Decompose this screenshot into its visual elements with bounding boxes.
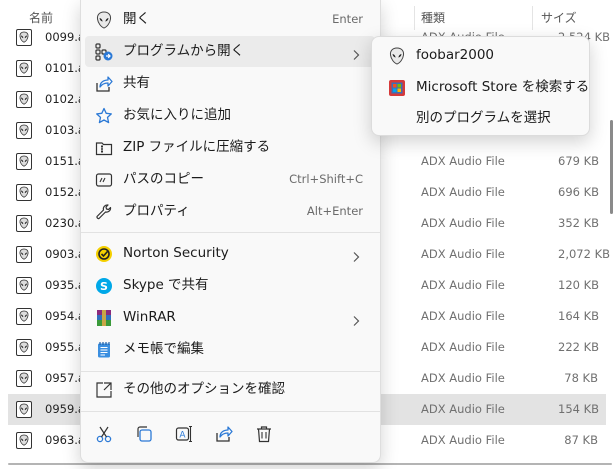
menu-item-skype[interactable]: S Skype で共有	[85, 270, 375, 301]
alien-file-icon	[16, 153, 32, 170]
alien-file-icon	[16, 432, 32, 449]
alien-file-icon	[16, 91, 32, 108]
chevron-right-icon	[351, 248, 361, 262]
menu-item-label: WinRAR	[123, 309, 176, 325]
file-size: 222 KB	[558, 340, 600, 354]
menu-separator	[81, 232, 380, 233]
star-icon	[95, 107, 113, 125]
svg-text:S: S	[100, 280, 108, 293]
submenu-item-label: Microsoft Store を検索する	[416, 79, 590, 95]
menu-item-label: プロパティ	[123, 203, 190, 219]
menu-item-copy-path[interactable]: パスのコピー Ctrl+Shift+C	[85, 164, 375, 195]
wrench-icon	[95, 203, 113, 221]
submenu-item-label: foobar2000	[416, 47, 495, 63]
menu-item-label: お気に入りに追加	[123, 107, 231, 123]
menu-item-winrar[interactable]: WinRAR	[85, 302, 375, 333]
horizontal-scrollbar[interactable]	[8, 463, 612, 465]
menu-item-label: パスのコピー	[123, 171, 204, 187]
menu-item-wrench[interactable]: プロパティ Alt+Enter	[85, 196, 375, 227]
alien-file-icon	[16, 308, 32, 325]
menu-item-alien-app[interactable]: 開く Enter	[85, 4, 375, 35]
menu-item-notepad[interactable]: メモ帳で編集	[85, 334, 375, 365]
file-type: ADX Audio File	[421, 247, 505, 261]
menu-item-label: 共有	[123, 75, 150, 91]
file-size: 679 KB	[558, 154, 600, 168]
vertical-scrollbar[interactable]	[610, 120, 613, 214]
menu-item-share[interactable]: 共有	[85, 68, 375, 99]
menu-item-label: Skype で共有	[123, 277, 209, 293]
menu-item-open-with[interactable]: プログラムから開く	[85, 36, 375, 67]
submenu-item[interactable]: foobar2000	[376, 40, 585, 71]
cut-button[interactable]	[89, 420, 119, 448]
notepad-icon	[95, 341, 113, 359]
svg-text:A: A	[179, 431, 186, 441]
share-icon	[95, 75, 113, 93]
alien-file-icon	[16, 339, 32, 356]
microsoft-store-icon	[388, 79, 406, 97]
chevron-right-icon	[351, 312, 361, 326]
file-size: 154 KB	[558, 402, 600, 416]
menu-item-shortcut: Enter	[332, 12, 363, 26]
file-size: 696 KB	[558, 185, 600, 199]
norton-icon	[95, 245, 113, 263]
file-size: 2,072 KB	[558, 247, 611, 261]
menu-item-label: メモ帳で編集	[123, 341, 204, 357]
alien-file-icon	[16, 401, 32, 418]
file-size: 164 KB	[558, 309, 600, 323]
submenu-item[interactable]: Microsoft Store を検索する	[376, 72, 589, 103]
chevron-right-icon	[351, 46, 361, 60]
menu-item-star[interactable]: お気に入りに追加	[85, 100, 375, 131]
file-type: ADX Audio File	[421, 402, 505, 416]
context-menu: 開く Enter プログラムから開く 共有 お気に入りに追加 ZIP ファイルに圧縮するパ…	[80, 0, 381, 463]
file-type: ADX Audio File	[421, 216, 505, 230]
foobar2000-icon	[388, 47, 406, 65]
menu-item-label: 開く	[123, 11, 150, 27]
copy-path-icon	[95, 171, 113, 189]
menu-item-shortcut: Alt+Enter	[306, 204, 363, 218]
alien-file-icon	[16, 122, 32, 139]
menu-item-zip-folder[interactable]: ZIP ファイルに圧縮する	[85, 132, 375, 163]
menu-item-label: ZIP ファイルに圧縮する	[123, 139, 271, 155]
file-size: 78 KB	[564, 371, 598, 385]
alien-file-icon	[16, 29, 32, 46]
menu-item-more-options[interactable]: その他のオプションを確認	[85, 374, 375, 405]
rename-button[interactable]: A	[169, 420, 199, 448]
alien-file-icon	[16, 246, 32, 263]
file-type: ADX Audio File	[421, 433, 505, 447]
alien-file-icon	[16, 277, 32, 294]
menu-item-label: プログラムから開く	[123, 43, 245, 59]
open-with-icon	[95, 43, 113, 61]
file-type: ADX Audio File	[421, 340, 505, 354]
copy-button[interactable]	[129, 420, 159, 448]
skype-icon: S	[95, 277, 113, 295]
file-type: ADX Audio File	[421, 309, 505, 323]
submenu-item-label: 別のプログラムを選択	[416, 110, 551, 126]
share-button[interactable]	[209, 420, 239, 448]
zip-folder-icon	[95, 139, 113, 157]
menu-separator	[81, 411, 380, 412]
file-type: ADX Audio File	[421, 371, 505, 385]
file-size: 120 KB	[558, 278, 600, 292]
menu-item-label: Norton Security	[123, 245, 229, 261]
winrar-icon	[95, 309, 113, 327]
alien-file-icon	[16, 215, 32, 232]
file-size: 352 KB	[558, 216, 600, 230]
file-type: ADX Audio File	[421, 154, 505, 168]
delete-button[interactable]	[249, 420, 279, 448]
more-options-icon	[95, 381, 113, 399]
submenu-item[interactable]: 別のプログラムを選択	[376, 103, 585, 134]
open-with-submenu: foobar2000 Microsoft Store を検索する 別のプログラムを選…	[371, 36, 590, 136]
menu-item-shortcut: Ctrl+Shift+C	[289, 172, 363, 186]
alien-file-icon	[16, 370, 32, 387]
file-type: ADX Audio File	[421, 278, 505, 292]
menu-item-norton[interactable]: Norton Security	[85, 238, 375, 269]
alien-file-icon	[16, 60, 32, 77]
file-size: 87 KB	[564, 433, 598, 447]
alien-file-icon	[16, 184, 32, 201]
file-type: ADX Audio File	[421, 185, 505, 199]
alien-app-icon	[95, 11, 113, 29]
menu-item-label: その他のオプションを確認	[123, 381, 285, 397]
menu-separator	[81, 371, 380, 372]
